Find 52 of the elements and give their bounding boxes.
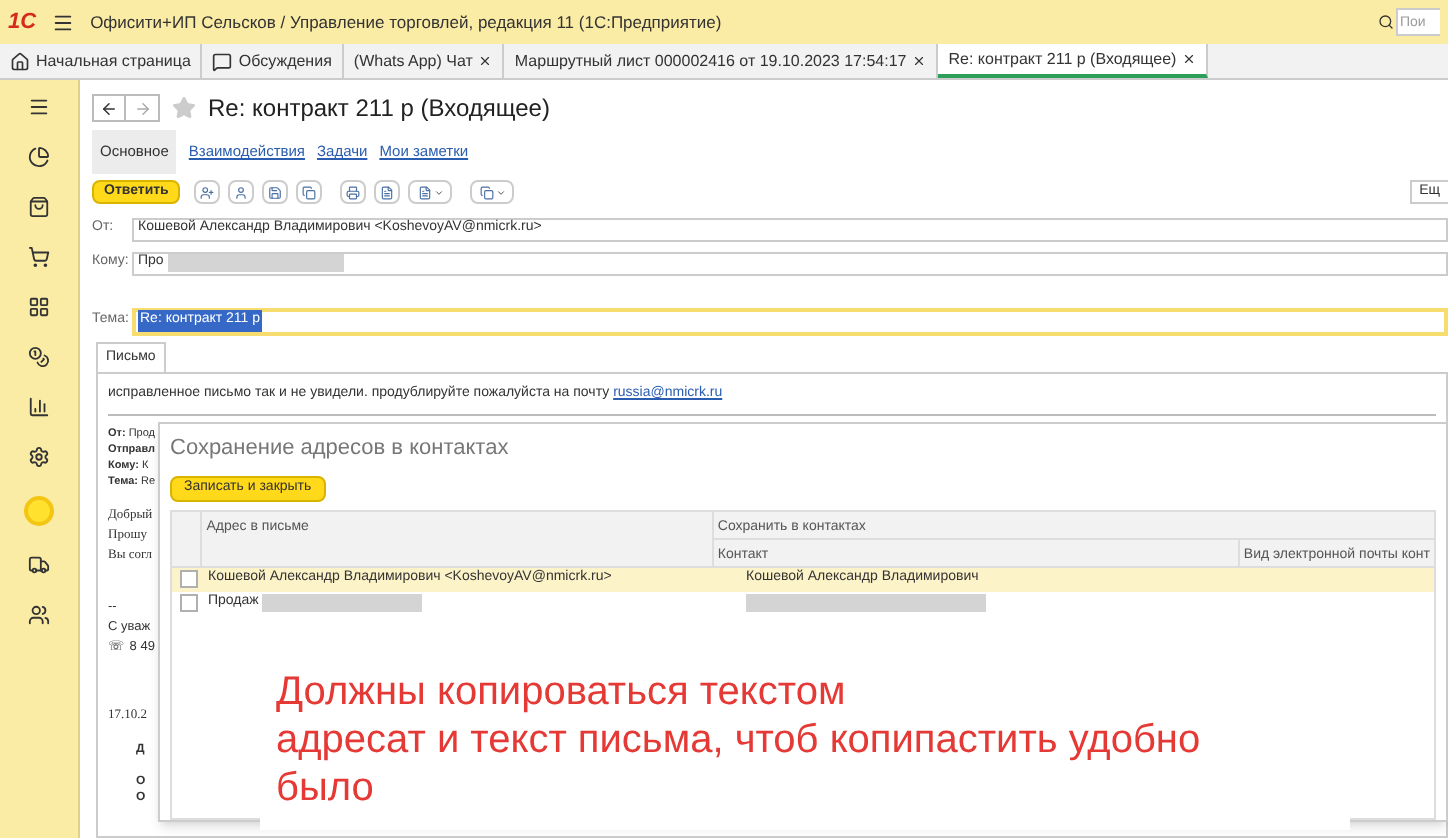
back-icon bbox=[100, 99, 118, 117]
tab[interactable]: Re: контракт 211 р (Входящее) bbox=[938, 44, 1209, 78]
toolbar-button[interactable] bbox=[228, 180, 255, 204]
search-icon bbox=[1378, 14, 1394, 30]
back-button[interactable] bbox=[92, 94, 126, 122]
caret-icon bbox=[495, 187, 506, 197]
people-icon[interactable] bbox=[28, 604, 50, 626]
copy-icon bbox=[302, 185, 317, 199]
print-icon bbox=[346, 185, 361, 199]
tab[interactable]: (Whats App) Чат bbox=[343, 44, 505, 78]
save-icon bbox=[268, 185, 283, 199]
close-icon[interactable] bbox=[1182, 52, 1197, 66]
toolbar-button[interactable] bbox=[340, 180, 367, 204]
menu-icon[interactable] bbox=[28, 96, 50, 118]
toolbar-button[interactable] bbox=[296, 180, 323, 204]
checkbox[interactable] bbox=[179, 570, 197, 588]
star-icon[interactable] bbox=[172, 96, 196, 120]
copy-icon bbox=[479, 185, 494, 199]
coins-icon[interactable] bbox=[28, 346, 50, 368]
grid-icon[interactable] bbox=[28, 296, 50, 318]
chat-icon bbox=[212, 51, 233, 71]
close-icon[interactable] bbox=[912, 54, 927, 68]
pie-chart-icon[interactable] bbox=[28, 146, 50, 168]
truck-icon[interactable] bbox=[28, 554, 50, 576]
caret-icon bbox=[433, 187, 444, 197]
annotation-text: адресат и текст письма, чтоб копипастить удобно bbox=[276, 716, 1203, 764]
document-icon bbox=[417, 185, 432, 199]
window-title: Офисити+ИП Сельсков / Управление торговлей, редакция 11 (1С:Предприятие) bbox=[90, 9, 722, 35]
home-icon bbox=[10, 51, 30, 71]
tab[interactable]: Обсуждения bbox=[202, 44, 344, 78]
menu-icon[interactable] bbox=[52, 11, 75, 33]
document-icon bbox=[380, 185, 395, 199]
dialog-title: Сохранение адресов в контактах bbox=[170, 434, 511, 464]
checkbox[interactable] bbox=[179, 594, 197, 612]
person-icon bbox=[234, 185, 249, 199]
settings-icon[interactable] bbox=[28, 446, 50, 468]
app-logo: 1С bbox=[8, 7, 37, 38]
tab[interactable]: Начальная страница bbox=[0, 44, 203, 78]
close-icon[interactable] bbox=[478, 54, 493, 68]
toolbar-button[interactable] bbox=[374, 180, 401, 204]
toolbar-button[interactable] bbox=[262, 180, 289, 204]
annotation-text: было bbox=[276, 764, 376, 812]
bar-chart-icon[interactable] bbox=[28, 396, 50, 418]
bag-icon[interactable] bbox=[28, 196, 50, 218]
document-title: Re: контракт 211 р (Входящее) bbox=[208, 92, 550, 126]
cart-icon[interactable] bbox=[28, 246, 50, 268]
toolbar-button[interactable] bbox=[194, 180, 221, 204]
toolbar-button[interactable] bbox=[470, 180, 515, 204]
toolbar-button[interactable] bbox=[408, 180, 453, 204]
annotation-text: Должны копироваться текстом bbox=[276, 668, 848, 716]
contacts-icon bbox=[200, 185, 215, 199]
forward-icon bbox=[133, 99, 151, 117]
